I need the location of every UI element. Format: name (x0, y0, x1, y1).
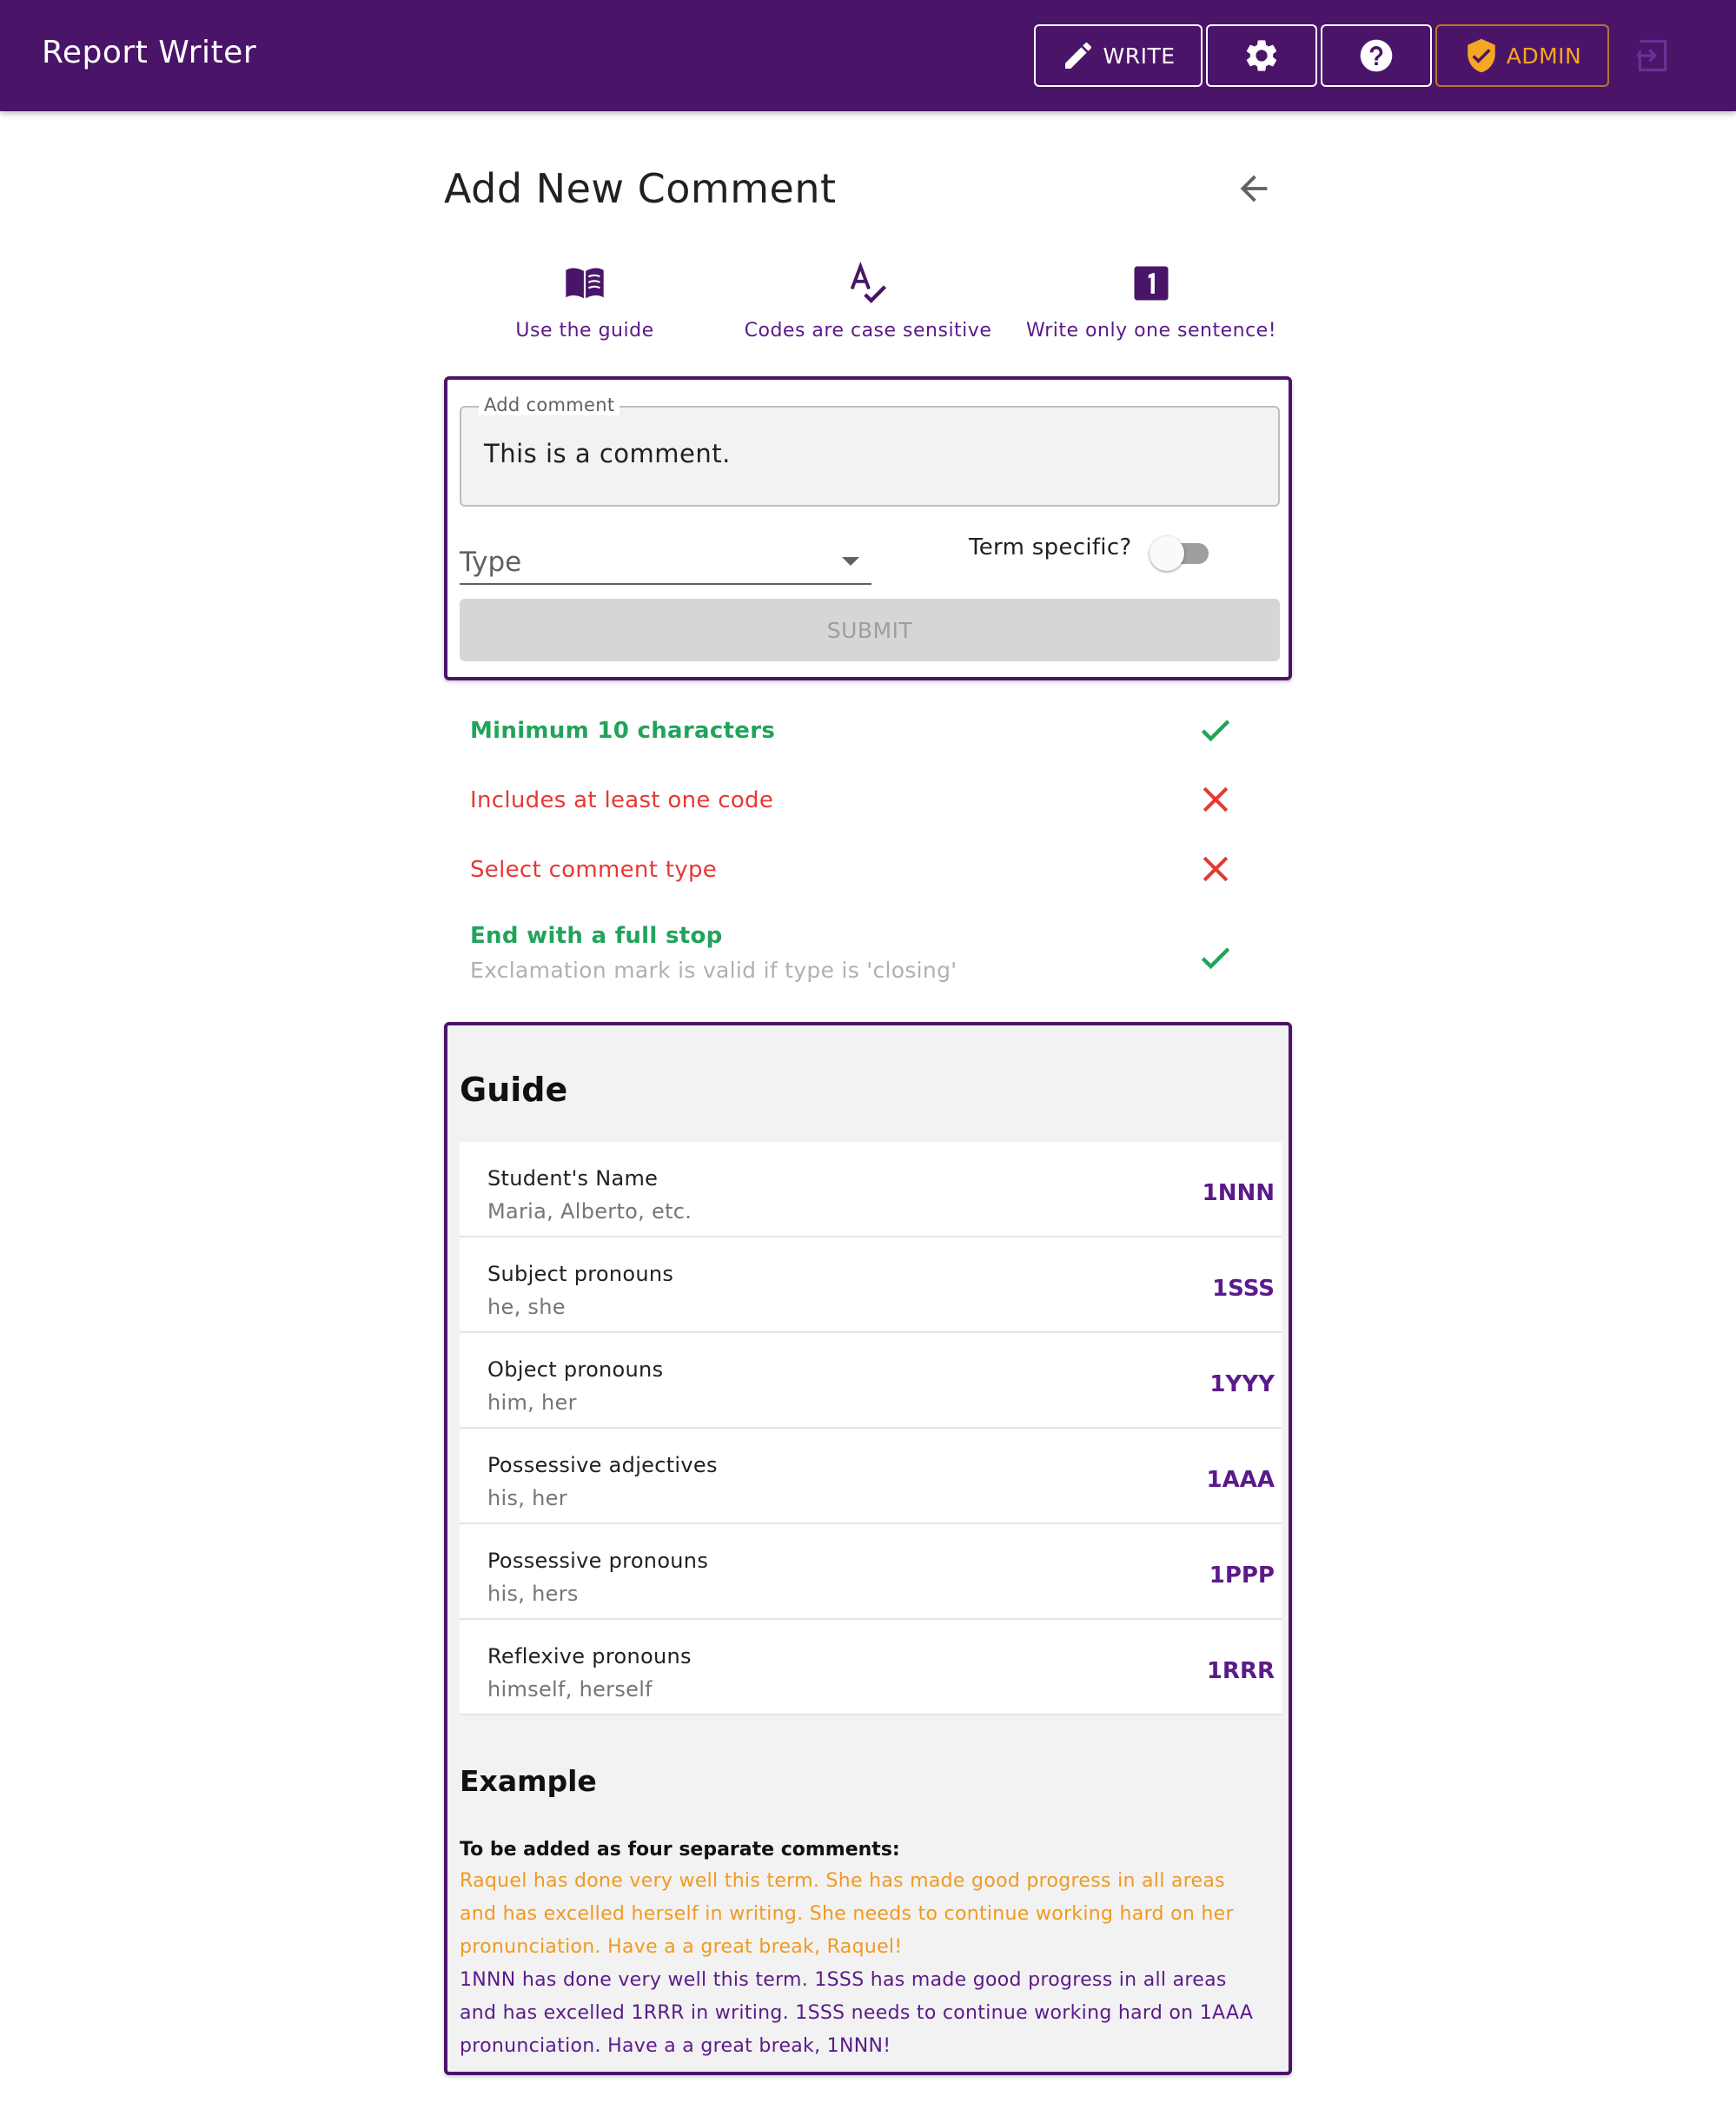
guide-row-examples: Maria, Alberto, etc. (487, 1199, 692, 1224)
guide-row-name: Reflexive pronouns (487, 1644, 692, 1668)
caret-down-icon (842, 557, 859, 566)
page-title: Add New Comment (444, 165, 837, 212)
guide-row-code: 1RRR (1206, 1658, 1275, 1684)
guide-row-code: 1YYY (1209, 1371, 1275, 1397)
write-button-label: WRITE (1103, 43, 1176, 69)
type-select[interactable]: Type (460, 536, 871, 585)
help-button[interactable] (1321, 24, 1432, 87)
validation-text: Includes at least one code (470, 787, 774, 813)
settings-button[interactable] (1206, 24, 1317, 87)
comment-input[interactable]: This is a comment. (484, 439, 731, 468)
guide-row-examples: himself, herself (487, 1677, 653, 1702)
arrow-back-icon[interactable] (1234, 169, 1274, 209)
example-heading: Example (460, 1764, 597, 1798)
tip-label: Codes are case sensitive (744, 320, 992, 342)
guide-row-code: 1AAA (1206, 1467, 1275, 1493)
book-icon (566, 268, 604, 299)
guide-row-name: Possessive pronouns (487, 1549, 709, 1573)
submit-button[interactable]: SUBMIT (460, 599, 1280, 661)
close-icon (1203, 786, 1229, 813)
shield-check-icon (1468, 38, 1495, 73)
example-coded-text: 1NNN has done very well this term. 1SSS … (460, 1969, 1254, 2057)
guide-list: Student's Name Maria, Alberto, etc. 1NNN… (460, 1142, 1282, 1715)
admin-button-label: ADMIN (1506, 43, 1582, 69)
tip-one-sentence: Write only one sentence! (1008, 261, 1295, 342)
comment-field[interactable]: Add comment This is a comment. (460, 395, 1280, 507)
guide-row-code: 1PPP (1209, 1562, 1275, 1589)
type-select-label: Type (460, 547, 522, 578)
guide-heading: Guide (460, 1071, 568, 1109)
validation-hint: Exclamation mark is valid if type is 'cl… (470, 958, 957, 983)
toggle-thumb (1150, 536, 1184, 571)
close-icon (1203, 856, 1229, 882)
tip-use-guide: Use the guide (441, 261, 728, 342)
comment-field-label: Add comment (479, 395, 620, 415)
guide-row-examples: his, hers (487, 1582, 579, 1606)
guide-row: Object pronouns him, her 1YYY (460, 1333, 1282, 1429)
example-original-text: Raquel has done very well this term. She… (460, 1870, 1234, 1958)
guide-row-name: Object pronouns (487, 1357, 664, 1382)
guide-row-examples: him, her (487, 1390, 577, 1415)
check-icon (1201, 720, 1230, 742)
validation-item: End with a full stop Exclamation mark is… (470, 923, 1235, 983)
add-comment-card: Add comment This is a comment. Type Term… (444, 376, 1292, 680)
tip-label: Use the guide (515, 320, 654, 342)
guide-row-code: 1SSS (1212, 1276, 1275, 1302)
guide-row-code: 1NNN (1202, 1180, 1275, 1206)
spellcheck-icon (850, 261, 887, 304)
term-specific-toggle[interactable] (1150, 533, 1210, 571)
tip-case-sensitive: Codes are case sensitive (725, 261, 1011, 342)
guide-row: Subject pronouns he, she 1SSS (460, 1237, 1282, 1333)
admin-button[interactable]: ADMIN (1435, 24, 1609, 87)
validation-text: End with a full stop (470, 923, 723, 949)
write-button[interactable]: WRITE (1034, 24, 1203, 87)
guide-row-name: Possessive adjectives (487, 1453, 718, 1477)
term-specific-label: Term specific? (969, 534, 1132, 561)
guide-card: Guide Student's Name Maria, Alberto, etc… (444, 1022, 1292, 2075)
guide-row-examples: he, she (487, 1295, 566, 1319)
validation-text: Select comment type (470, 857, 718, 883)
guide-row: Reflexive pronouns himself, herself 1RRR (460, 1620, 1282, 1715)
validation-text: Minimum 10 characters (470, 718, 776, 744)
check-icon (1201, 947, 1230, 970)
guide-row-examples: his, her (487, 1486, 567, 1510)
tip-label: Write only one sentence! (1025, 320, 1277, 342)
guide-row: Possessive adjectives his, her 1AAA (460, 1429, 1282, 1524)
guide-row-name: Student's Name (487, 1166, 659, 1191)
help-icon (1360, 39, 1393, 72)
guide-row-name: Subject pronouns (487, 1262, 674, 1286)
gear-icon (1246, 40, 1277, 71)
app-title: Report Writer (42, 35, 257, 70)
guide-row: Possessive pronouns his, hers 1PPP (460, 1524, 1282, 1620)
validation-item: Minimum 10 characters (470, 718, 1235, 744)
validation-item: Select comment type (470, 856, 1235, 883)
logout-icon[interactable] (1633, 36, 1672, 75)
guide-row: Student's Name Maria, Alberto, etc. 1NNN (460, 1142, 1282, 1237)
validation-item: Includes at least one code (470, 786, 1235, 813)
number-one-icon (1134, 266, 1169, 301)
app-bar: Report Writer WRITE ADMIN (0, 0, 1736, 111)
example-intro: To be added as four separate comments: (460, 1839, 900, 1861)
pencil-icon (1065, 42, 1092, 69)
